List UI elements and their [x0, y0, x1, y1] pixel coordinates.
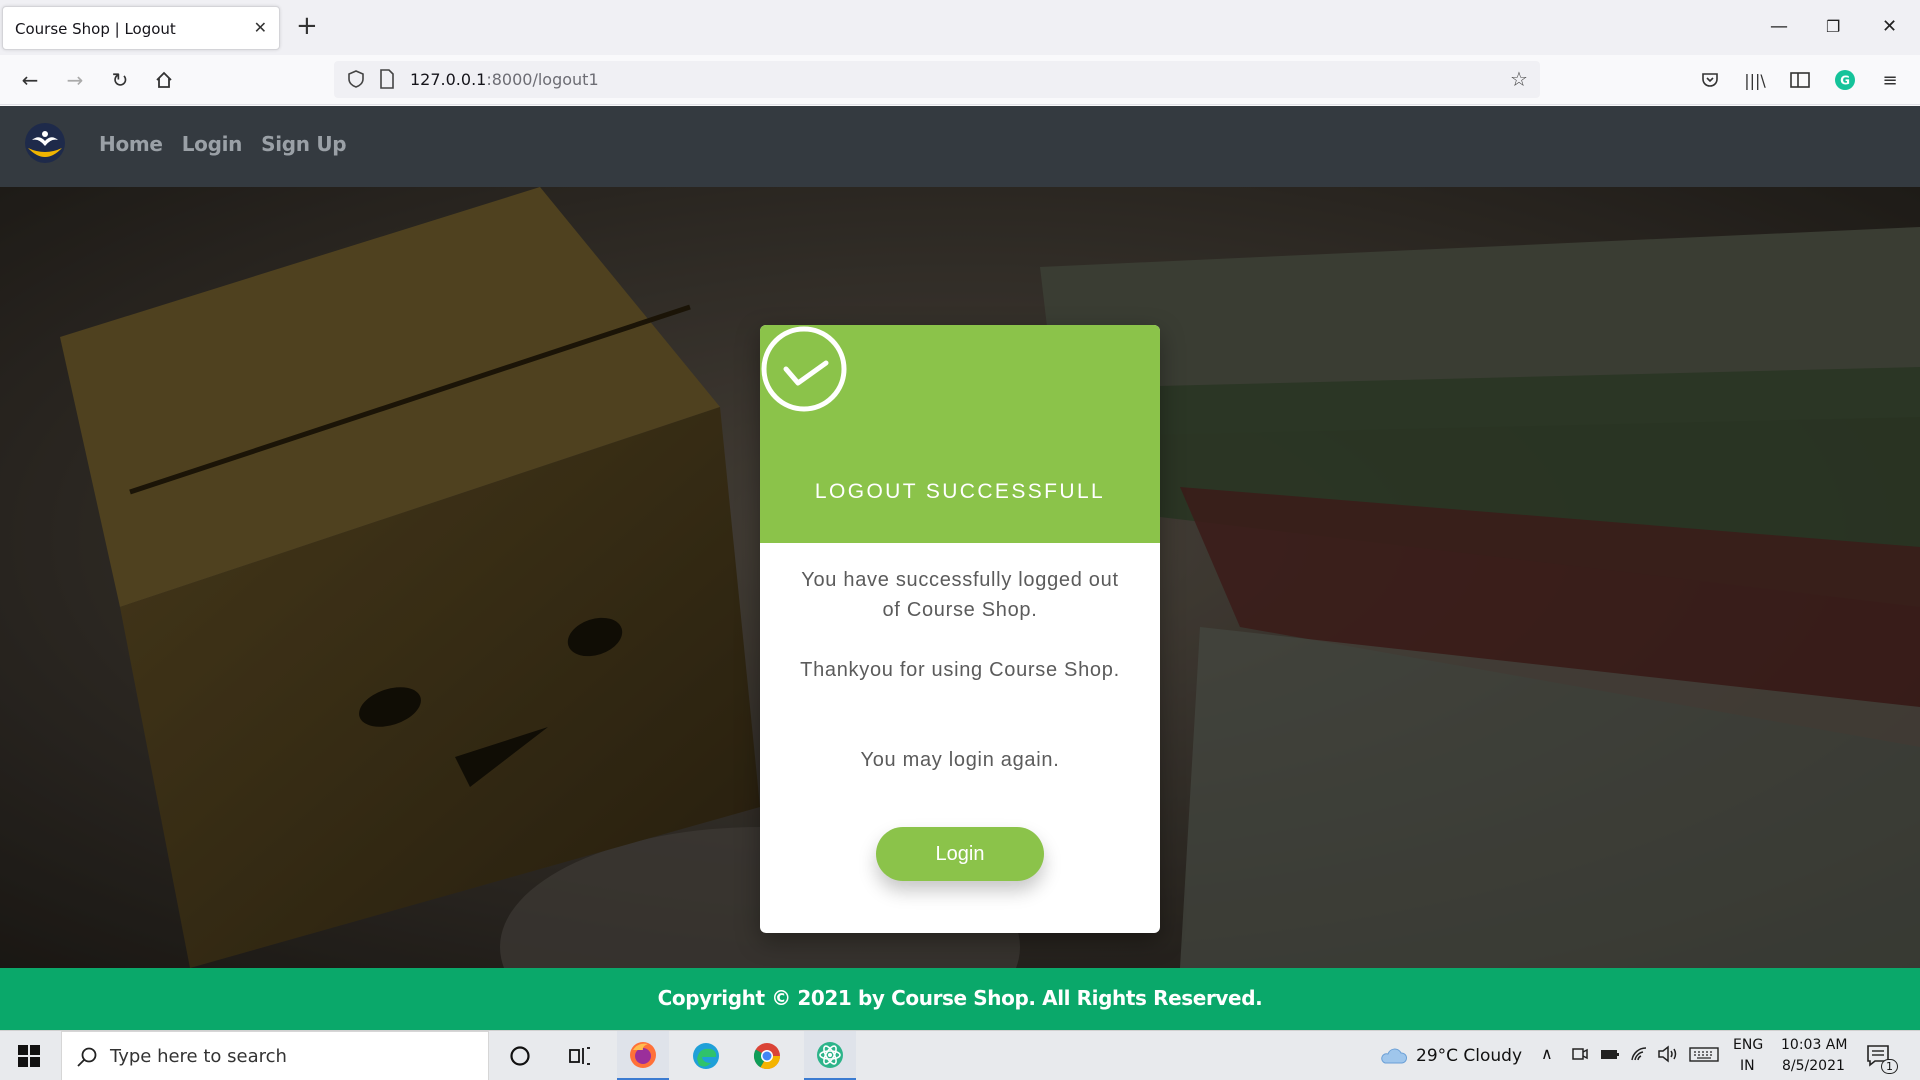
chevron-up-icon[interactable]: ∧ — [1541, 1044, 1553, 1063]
windows-start-icon[interactable] — [18, 1045, 40, 1067]
copyright-text: Copyright © 2021 by Course Shop. All Rig… — [657, 986, 1263, 1010]
restore-icon[interactable]: ❐ — [1826, 12, 1840, 42]
language-eng[interactable]: ENG — [1733, 1037, 1763, 1053]
close-tab-icon[interactable]: ✕ — [254, 18, 267, 37]
thankyou-message: Thankyou for using Course Shop. — [800, 659, 1120, 681]
taskbar-search-box[interactable]: Type here to search — [61, 1031, 489, 1080]
tab-title: Course Shop | Logout — [15, 20, 176, 38]
page-viewport: Home Login Sign Up LOGOUT SUCCESSFULL Yo… — [0, 106, 1920, 1030]
shield-icon[interactable] — [346, 69, 366, 93]
card-header: LOGOUT SUCCESSFULL — [760, 325, 1160, 543]
new-tab-icon[interactable]: + — [296, 11, 318, 41]
notification-count: 1 — [1881, 1059, 1898, 1074]
nav-signup[interactable]: Sign Up — [261, 132, 347, 156]
browser-tab[interactable]: Course Shop | Logout ✕ — [2, 6, 280, 50]
pocket-icon[interactable] — [1697, 67, 1723, 93]
site-footer: Copyright © 2021 by Course Shop. All Rig… — [0, 968, 1920, 1030]
weather-text[interactable]: 29°C Cloudy — [1416, 1046, 1522, 1066]
cortana-icon[interactable] — [494, 1031, 546, 1080]
login-again-message: You may login again. — [860, 749, 1060, 771]
firefox-taskbar-icon[interactable] — [617, 1031, 669, 1080]
bookmark-star-icon[interactable]: ☆ — [1510, 67, 1528, 91]
svg-text:G: G — [1840, 74, 1850, 88]
atom-taskbar-icon[interactable] — [804, 1031, 856, 1080]
task-view-icon[interactable] — [554, 1031, 606, 1080]
check-circle-icon — [761, 326, 847, 412]
close-window-icon[interactable]: ✕ — [1882, 12, 1897, 42]
browser-tab-strip: Course Shop | Logout ✕ + — ❐ ✕ — [0, 0, 1920, 55]
clock-date[interactable]: 8/5/2021 — [1782, 1058, 1845, 1074]
home-icon[interactable] — [150, 66, 178, 94]
language-in[interactable]: IN — [1740, 1058, 1755, 1074]
library-icon[interactable]: |||\ — [1742, 67, 1768, 93]
search-icon — [77, 1047, 97, 1067]
login-button[interactable]: Login — [876, 827, 1044, 881]
search-placeholder: Type here to search — [110, 1046, 287, 1067]
card-title: LOGOUT SUCCESSFULL — [814, 480, 1106, 503]
nav-home[interactable]: Home — [99, 132, 163, 156]
url-text[interactable]: 127.0.0.1:8000/logout1 — [410, 70, 599, 89]
keyboard-icon[interactable] — [1689, 1045, 1719, 1067]
reload-icon[interactable]: ↻ — [106, 66, 134, 94]
minimize-icon[interactable]: — — [1770, 12, 1788, 42]
site-logo[interactable] — [24, 122, 66, 164]
battery-icon[interactable] — [1600, 1045, 1620, 1067]
page-icon — [378, 69, 396, 93]
sidebar-icon[interactable] — [1787, 67, 1813, 93]
weather-cloud-icon[interactable] — [1378, 1045, 1408, 1067]
site-navbar: Home Login Sign Up — [0, 106, 1920, 187]
wifi-icon[interactable] — [1630, 1045, 1650, 1067]
browser-toolbar: ← → ↻ 127.0.0.1:8000/logout1 ☆ |||\ G ≡ — [0, 55, 1920, 105]
url-bar[interactable]: 127.0.0.1:8000/logout1 ☆ — [334, 61, 1540, 98]
volume-icon[interactable] — [1657, 1045, 1679, 1067]
grammarly-icon[interactable]: G — [1832, 67, 1858, 93]
logout-message: You have successfully logged out of Cour… — [801, 569, 1119, 621]
menu-icon[interactable]: ≡ — [1877, 67, 1903, 93]
chrome-taskbar-icon[interactable] — [741, 1031, 793, 1080]
hero-background: LOGOUT SUCCESSFULL You have successfully… — [0, 187, 1920, 968]
edge-taskbar-icon[interactable] — [680, 1031, 732, 1080]
back-icon[interactable]: ← — [16, 66, 44, 94]
meet-now-icon[interactable] — [1571, 1045, 1589, 1067]
forward-icon[interactable]: → — [61, 66, 89, 94]
clock-time[interactable]: 10:03 AM — [1781, 1037, 1847, 1053]
nav-login[interactable]: Login — [182, 132, 243, 156]
windows-taskbar: Type here to search 29°C Cloudy ∧ ENG IN… — [0, 1030, 1920, 1080]
logout-card: LOGOUT SUCCESSFULL You have successfully… — [760, 325, 1160, 933]
